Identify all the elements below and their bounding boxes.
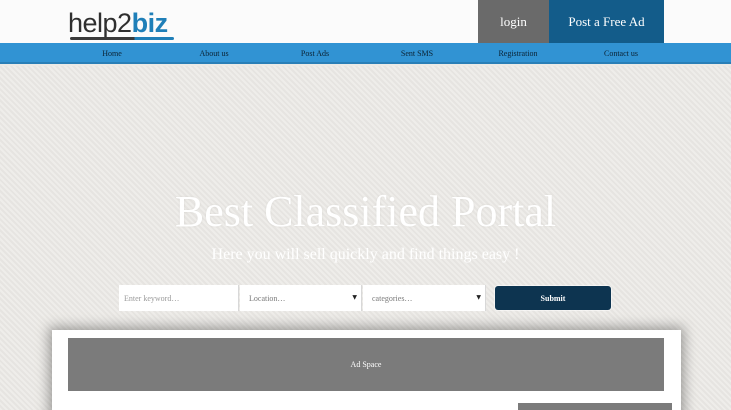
- site-logo[interactable]: help2biz: [68, 6, 174, 40]
- category-select[interactable]: categories… ▼: [363, 285, 486, 311]
- hero-subtitle: Here you will sell quickly and find thin…: [211, 246, 520, 263]
- location-select[interactable]: Location… ▼: [240, 285, 362, 311]
- nav-item-post-ads[interactable]: Post Ads: [275, 43, 355, 63]
- nav-item-registration[interactable]: Registration: [478, 43, 558, 63]
- keyword-input[interactable]: [119, 285, 239, 311]
- content-panel: Ad Space: [52, 330, 681, 410]
- nav-item-contact[interactable]: Contact us: [581, 43, 661, 63]
- sidebar-header-bar: [518, 403, 672, 410]
- chevron-down-icon: ▼: [352, 294, 357, 301]
- nav-item-home[interactable]: Home: [72, 43, 152, 63]
- logo-part-biz: biz: [131, 8, 169, 38]
- submit-button[interactable]: Submit: [495, 286, 611, 310]
- ad-space-banner: Ad Space: [68, 338, 664, 391]
- logo-underline: [70, 37, 174, 40]
- location-select-value: Location…: [249, 293, 286, 303]
- post-free-ad-button[interactable]: Post a Free Ad: [549, 0, 664, 43]
- main-nav: Home About us Post Ads Sent SMS Registra…: [0, 43, 731, 64]
- nav-item-about[interactable]: About us: [174, 43, 254, 63]
- logo-part-help: help: [68, 8, 118, 38]
- nav-item-sent-sms[interactable]: Sent SMS: [377, 43, 457, 63]
- login-button[interactable]: login: [478, 0, 549, 43]
- logo-part-2: 2: [117, 8, 132, 38]
- hero-title: Best Classified Portal: [174, 187, 557, 236]
- category-select-value: categories…: [372, 293, 413, 303]
- site-header: help2biz login Post a Free Ad: [0, 0, 731, 43]
- chevron-down-icon: ▼: [476, 294, 481, 301]
